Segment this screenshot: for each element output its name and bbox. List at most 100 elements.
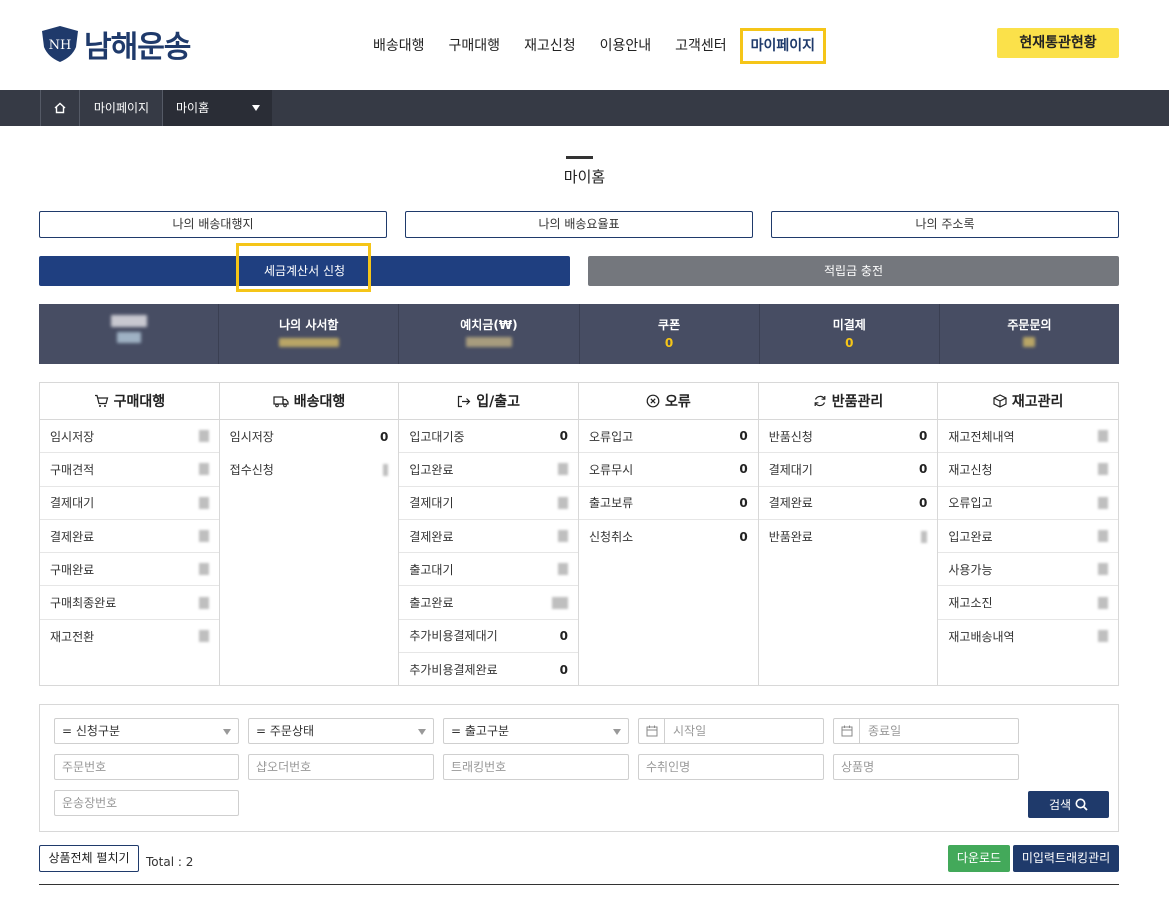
search-icon [1075,798,1088,811]
list-item[interactable]: 반품완료 [759,520,938,553]
list-item[interactable]: 추가비용결제완료 0 [399,653,578,686]
list-item[interactable]: 접수신청 [220,453,399,486]
shipping-rates-button[interactable]: 나의 배송요율표 [405,211,753,238]
list-item[interactable]: 입고완료 [399,453,579,487]
list-item[interactable]: 사용가능 [938,553,1119,587]
waybill-input[interactable]: 운송장번호 [54,790,239,816]
list-item[interactable]: 결제대기 [40,487,219,520]
list-item[interactable]: 임시저장 0 [220,420,399,453]
list-item[interactable]: 신청취소 0 [579,520,758,553]
list-item[interactable]: 구매견적 [40,453,219,487]
list-item[interactable]: 결제완료 [399,520,579,554]
row-label: 반품완료 [768,530,813,545]
list-item[interactable]: 결제대기 0 [758,453,938,487]
list-item[interactable]: 출고완료 [399,586,579,620]
start-date-input[interactable]: 시작일 [638,718,824,744]
nav-inventory[interactable]: 재고신청 [521,28,579,64]
request-type-select[interactable]: = 신청구분 [54,718,239,744]
row-label: 결제완료 [409,529,454,544]
download-button[interactable]: 다운로드 [948,845,1010,872]
stat-deposit-label: 예치금(₩) [460,318,518,332]
row-label: 재고소진 [948,596,993,611]
row-label: 출고대기 [409,562,454,577]
stat-deposit[interactable]: 예치금(₩) [399,304,580,364]
row-count: 0 [739,529,748,544]
list-item[interactable]: 입고대기중 0 [399,420,579,454]
stat-unpaid[interactable]: 미결제 0 [760,304,940,364]
list-item[interactable]: 재고전환 [40,620,219,653]
breadcrumb-home[interactable] [40,90,80,126]
main-nav: 배송대행 구매대행 재고신청 이용안내 고객센터 마이페이지 [370,28,844,64]
nav-mypage[interactable]: 마이페이지 [739,28,827,64]
end-date-input[interactable]: 종료일 [833,718,1019,744]
stat-coupon[interactable]: 쿠폰 0 [580,304,760,364]
truck-icon [273,395,289,407]
redacted-count [558,463,569,476]
list-item[interactable]: 구매최종완료 [40,586,219,620]
list-item[interactable]: 반품신청 0 [758,420,938,454]
untracked-management-button[interactable]: 미입력트래킹관리 [1013,845,1119,872]
nav-purchase[interactable]: 구매대행 [446,28,504,64]
row-label: 오류입고 [948,496,993,511]
list-item[interactable]: 구매완료 [40,553,219,587]
shop-order-input[interactable]: 샵오더번호 [248,754,434,780]
customs-status-button[interactable]: 현재통관현황 [997,28,1119,58]
breadcrumb-mypage[interactable]: 마이페이지 [81,90,163,126]
redacted-deposit [465,337,512,347]
nav-shipping[interactable]: 배송대행 [370,28,428,64]
redacted-count [552,596,569,609]
nav-guide[interactable]: 이용안내 [597,28,655,64]
order-number-input[interactable]: 주문번호 [54,754,239,780]
list-item[interactable]: 재고전체내역 [938,420,1119,454]
breadcrumb-page-select[interactable]: 마이홈 [163,90,272,126]
row-label: 사용가능 [948,562,993,577]
list-item[interactable]: 오류입고 [938,487,1119,520]
row-label: 접수신청 [229,463,274,478]
list-item[interactable]: 결제완료 0 [758,487,938,520]
category-inventory: 재고관리 재고전체내역 재고신청 오류입고 입고완료 사용가능 재고소진 재고배… [938,383,1119,685]
list-item[interactable]: 오류입고 0 [579,420,758,454]
recipient-input[interactable]: 수취인명 [638,754,824,780]
stat-mailbox[interactable]: 나의 사서함 [219,304,400,364]
shipping-form-button[interactable]: 나의 배송대행지 [39,211,387,238]
list-item[interactable]: 결제대기 [399,487,579,520]
error-circle-icon [646,394,660,408]
divider [39,884,1119,885]
points-charge-button[interactable]: 적립금 충전 [588,256,1119,286]
list-item[interactable]: 입고완료 [938,520,1119,554]
search-button[interactable]: 검색 [1028,791,1109,818]
caret-down-icon [418,729,426,735]
brand-logo[interactable]: NH 남해운송 [40,24,191,65]
calendar-icon [639,719,665,743]
list-item[interactable]: 오류무시 0 [579,453,758,487]
list-item[interactable]: 추가비용결제대기 0 [399,620,579,654]
order-status-select[interactable]: = 주문상태 [248,718,434,744]
row-label: 결제완료 [50,529,95,544]
list-item[interactable]: 출고대기 [399,553,579,587]
release-type-select[interactable]: = 출고구분 [443,718,629,744]
product-name-input[interactable]: 상품명 [833,754,1019,780]
nav-support[interactable]: 고객센터 [672,28,730,64]
row-label: 반품신청 [768,429,813,444]
category-returns: 반품관리 반품신청 0 결제대기 0 결제완료 0 반품완료 [758,383,939,685]
stat-unpaid-label: 미결제 [832,318,866,332]
row-label: 입고대기중 [409,429,465,444]
expand-all-button[interactable]: 상품전체 펼치기 [39,845,139,872]
redacted-count [558,563,569,576]
list-item[interactable]: 출고보류 0 [579,487,758,520]
tax-invoice-highlight [236,243,371,292]
category-error: 오류 오류입고 0 오류무시 0 출고보류 0 신청취소 0 [579,383,759,685]
list-item[interactable]: 재고소진 [938,586,1119,620]
caret-down-icon [223,729,231,735]
stat-inquiry[interactable]: 주문문의 [940,304,1119,364]
row-count: 0 [739,495,748,510]
row-count: 0 [559,429,569,444]
row-label: 재고신청 [948,462,993,477]
list-item[interactable]: 임시저장 [40,420,219,454]
tracking-number-input[interactable]: 트래킹번호 [443,754,629,780]
address-book-button[interactable]: 나의 주소록 [771,211,1119,238]
redacted-count [198,630,209,643]
list-item[interactable]: 결제완료 [40,520,219,554]
list-item[interactable]: 재고신청 [938,453,1119,487]
list-item[interactable]: 재고배송내역 [938,620,1118,653]
